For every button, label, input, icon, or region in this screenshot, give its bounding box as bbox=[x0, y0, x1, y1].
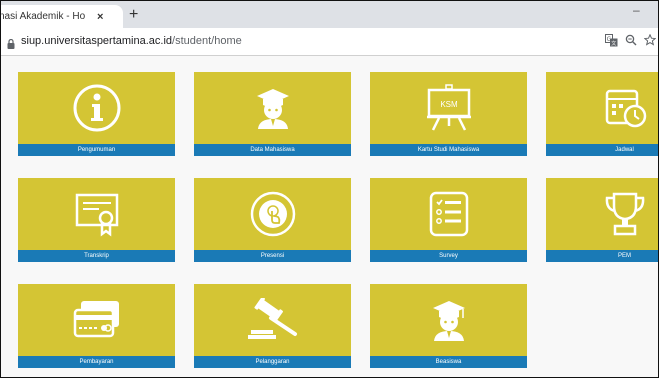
tile-survey[interactable]: Survey bbox=[370, 178, 527, 262]
tile-jadwal[interactable]: Jadwal bbox=[546, 72, 658, 156]
tile-label: Kartu Studi Mahasiswa bbox=[370, 144, 527, 156]
tile-label: Pelanggaran bbox=[194, 356, 351, 368]
tile-pembayaran[interactable]: Pembayaran bbox=[18, 284, 175, 368]
tab-close-button[interactable]: × bbox=[97, 11, 103, 23]
browser-tab[interactable]: nasi Akademik - Ho × bbox=[1, 5, 123, 28]
bookmark-star-icon[interactable] bbox=[643, 33, 657, 49]
tile-label: Presensi bbox=[194, 250, 351, 262]
new-tab-button[interactable]: + bbox=[129, 5, 138, 25]
tile-beasiswa[interactable]: Beasiswa bbox=[370, 284, 527, 368]
graduate-icon bbox=[370, 284, 527, 356]
tile-data-mahasiswa[interactable]: Data Mahasiswa bbox=[194, 72, 351, 156]
tab-bar: nasi Akademik - Ho × + – bbox=[1, 1, 658, 28]
browser-window: nasi Akademik - Ho × + – siup.universita… bbox=[0, 0, 659, 378]
tile-kartu-studi-mahasiswa[interactable]: KSM Kartu Studi Mahasiswa bbox=[370, 72, 527, 156]
svg-text:文: 文 bbox=[611, 40, 616, 47]
info-icon bbox=[18, 72, 175, 144]
tile-label: Pembayaran bbox=[18, 356, 175, 368]
tile-pelanggaran[interactable]: Pelanggaran bbox=[194, 284, 351, 368]
url-host: siup.universitaspertamina.ac.id bbox=[21, 35, 173, 47]
tile-pem[interactable]: PEM bbox=[546, 178, 658, 262]
zoom-icon[interactable] bbox=[625, 34, 637, 49]
calendar-clock-icon bbox=[546, 72, 658, 144]
ksm-text: KSM bbox=[440, 100, 458, 109]
dashboard-grid: Pengumuman Data Mahasiswa KSM Kartu Stud… bbox=[1, 56, 658, 377]
tile-label: Pengumuman bbox=[18, 144, 175, 156]
tile-label: Transkrip bbox=[18, 250, 175, 262]
tile-transkrip[interactable]: Transkrip bbox=[18, 178, 175, 262]
tile-label: PEM bbox=[546, 250, 658, 262]
translate-icon[interactable]: G文 bbox=[605, 34, 618, 50]
url-path: /student/home bbox=[172, 35, 242, 47]
touch-icon bbox=[194, 178, 351, 250]
gavel-icon bbox=[194, 284, 351, 356]
tile-label: Data Mahasiswa bbox=[194, 144, 351, 156]
student-icon bbox=[194, 72, 351, 144]
address-bar[interactable]: siup.universitaspertamina.ac.id/student/… bbox=[1, 28, 658, 56]
ksm-board-icon: KSM bbox=[370, 72, 527, 144]
tile-label: Jadwal bbox=[546, 144, 658, 156]
trophy-icon bbox=[546, 178, 658, 250]
tile-presensi[interactable]: Presensi bbox=[194, 178, 351, 262]
certificate-icon bbox=[18, 178, 175, 250]
tile-pengumuman[interactable]: Pengumuman bbox=[18, 72, 175, 156]
payment-card-icon bbox=[18, 284, 175, 356]
tile-label: Beasiswa bbox=[370, 356, 527, 368]
lock-icon[interactable] bbox=[7, 36, 15, 54]
minimize-button[interactable]: – bbox=[633, 3, 640, 17]
checklist-icon bbox=[370, 178, 527, 250]
tab-title: nasi Akademik - Ho bbox=[0, 11, 86, 22]
url-text[interactable]: siup.universitaspertamina.ac.id/student/… bbox=[21, 35, 242, 47]
tile-label: Survey bbox=[370, 250, 527, 262]
